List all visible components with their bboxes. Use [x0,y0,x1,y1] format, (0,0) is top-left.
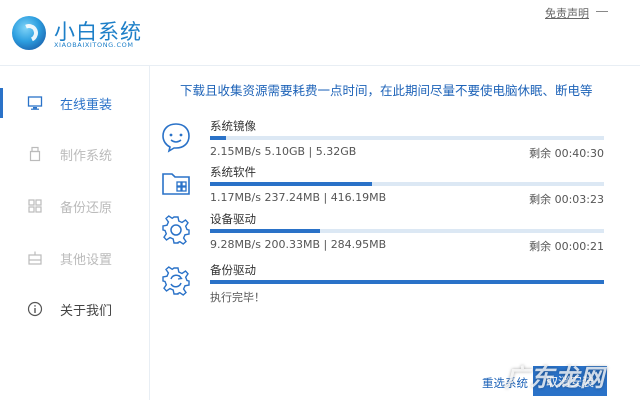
task-status: 执行完毕！ [210,291,265,304]
task-backup-driver: 备份驱动 执行完毕！ [160,262,610,307]
info-icon [27,301,43,317]
task-system-image: 系统镜像 2.15MB/s 5.10GB | 5.32GB 剩余 00:40:3… [160,118,610,163]
folder-icon [160,167,192,199]
minimize-button[interactable] [595,5,609,19]
progress-fill [210,136,226,140]
sidebar-item-label: 其他设置 [60,252,113,268]
settings-box-icon [27,250,43,266]
progress-bar [210,136,604,140]
watermark: 广东龙网 [505,364,605,392]
download-notice: 下载且收集资源需要耗费一点时间，在此期间尽量不要使电脑休眠、断电等 [180,83,593,98]
sidebar-item-make-system[interactable]: 制作系统 [0,139,150,169]
task-remaining: 剩余 00:03:23 [529,193,604,206]
progress-bar [210,280,604,284]
progress-fill [210,229,321,233]
monitor-icon [27,95,43,111]
task-name: 系统镜像 [210,119,256,133]
gear-icon [160,214,192,246]
progress-fill [210,280,604,284]
progress-bar [210,182,604,186]
face-bubble-icon [160,121,192,153]
task-system-software: 系统软件 1.17MB/s 237.24MB | 416.19MB 剩余 00:… [160,164,610,209]
sidebar-item-online-reinstall[interactable]: 在线重装 [0,88,150,118]
sidebar-item-about-us[interactable]: 关于我们 [0,294,150,324]
task-device-driver: 设备驱动 9.28MB/s 200.33MB | 284.95MB 剩余 00:… [160,211,610,256]
gear-refresh-icon [160,265,192,297]
sidebar: 在线重装 制作系统 备份还原 其他设置 关于我们 [0,66,150,400]
task-name: 设备驱动 [210,212,256,226]
disclaimer-link[interactable]: 免责声明 [545,5,589,21]
task-remaining: 剩余 00:00:21 [529,240,604,253]
usb-drive-icon [27,146,43,162]
sidebar-item-label: 在线重装 [60,97,113,113]
grid-icon [27,198,43,214]
sidebar-item-other-settings[interactable]: 其他设置 [0,243,150,273]
app-subtitle: XIAOBAIXITONG.COM [54,41,134,49]
task-remaining: 剩余 00:40:30 [529,147,604,160]
task-speed: 1.17MB/s 237.24MB | 416.19MB [210,191,387,204]
sidebar-item-backup-restore[interactable]: 备份还原 [0,191,150,221]
task-name: 系统软件 [210,165,256,179]
sidebar-item-label: 制作系统 [60,148,113,164]
task-speed: 9.28MB/s 200.33MB | 284.95MB [210,238,387,251]
active-indicator [0,88,3,118]
task-speed: 2.15MB/s 5.10GB | 5.32GB [210,145,357,158]
sidebar-item-label: 备份还原 [60,200,113,216]
progress-fill [210,182,372,186]
task-name: 备份驱动 [210,263,256,277]
progress-bar [210,229,604,233]
sidebar-item-label: 关于我们 [60,303,113,319]
